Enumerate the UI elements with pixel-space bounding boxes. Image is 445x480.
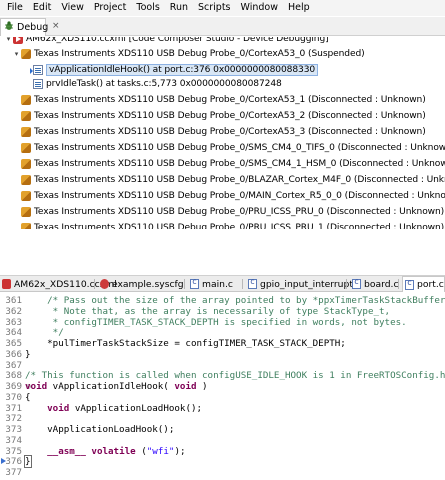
menu-run[interactable]: Run bbox=[165, 0, 193, 16]
debug-tree-item[interactable]: ▾ Texas Instruments XDS110 USB Debug Prob… bbox=[12, 47, 365, 61]
tab-separator bbox=[184, 279, 185, 289]
debug-tree-item[interactable]: ▾ AM62x_XDS110.ccxml [Code Composer Studi… bbox=[4, 37, 329, 46]
editor-tab[interactable]: board.c bbox=[350, 276, 399, 292]
tab-debug-label: Debug bbox=[17, 22, 49, 33]
debug-tree-item[interactable]: Texas Instruments XDS110 USB Debug Probe… bbox=[12, 93, 426, 107]
menu-scripts[interactable]: Scripts bbox=[193, 0, 236, 16]
probe-icon bbox=[21, 143, 31, 153]
debug-tree-item-label: prvIdleTask() at tasks.c:5,773 0x0000000… bbox=[46, 79, 282, 89]
probe-icon bbox=[21, 127, 31, 137]
editor-tab-label: board.c bbox=[364, 278, 399, 290]
ccxml-file-icon bbox=[2, 279, 11, 289]
tab-separator bbox=[398, 279, 399, 289]
probe-icon bbox=[21, 111, 31, 121]
debug-tree-item[interactable]: Texas Instruments XDS110 USB Debug Probe… bbox=[12, 141, 445, 155]
c-file-icon bbox=[190, 277, 199, 289]
debug-tree-item[interactable]: Texas Instruments XDS110 USB Debug Probe… bbox=[12, 109, 426, 123]
editor-tab[interactable]: example.syscfg bbox=[98, 276, 184, 292]
debug-tree-item[interactable]: Texas Instruments XDS110 USB Debug Probe… bbox=[12, 125, 426, 139]
menu-window[interactable]: Window bbox=[236, 0, 283, 16]
expand-chevron-icon[interactable]: ▾ bbox=[4, 37, 13, 43]
menu-project[interactable]: Project bbox=[89, 0, 132, 16]
debug-tree-item-label: Texas Instruments XDS110 USB Debug Probe… bbox=[34, 111, 426, 121]
debug-tree-item-label: Texas Instruments XDS110 USB Debug Probe… bbox=[34, 49, 365, 59]
editor-tabbar: AM62x_XDS110.ccxmlexample.syscfgmain.cgp… bbox=[0, 275, 445, 292]
debug-tree-item-label: vApplicationIdleHook() at port.c:376 0x0… bbox=[46, 64, 319, 76]
debug-tree-item-label: Texas Instruments XDS110 USB Debug Probe… bbox=[34, 175, 445, 185]
debug-tree-item[interactable]: prvIdleTask() at tasks.c:5,773 0x0000000… bbox=[24, 77, 282, 91]
debug-tree-item[interactable]: vApplicationIdleHook() at port.c:376 0x0… bbox=[24, 63, 319, 77]
tab-separator bbox=[94, 279, 95, 289]
expand-chevron-icon[interactable]: ▾ bbox=[12, 50, 21, 58]
menu-edit[interactable]: Edit bbox=[28, 0, 56, 16]
probe-icon bbox=[21, 95, 31, 105]
editor-tab[interactable]: gpio_input_interrupt.c bbox=[246, 276, 361, 292]
close-icon[interactable]: × bbox=[52, 21, 60, 31]
probe-icon bbox=[21, 159, 31, 169]
probe-icon bbox=[21, 207, 31, 217]
syscfg-file-icon bbox=[100, 279, 109, 289]
debug-tree-item[interactable]: Texas Instruments XDS110 USB Debug Probe… bbox=[12, 189, 445, 203]
c-file-icon bbox=[352, 277, 361, 289]
debug-tree-item[interactable]: Texas Instruments XDS110 USB Debug Probe… bbox=[12, 157, 445, 171]
editor-tab[interactable]: port.c bbox=[402, 276, 445, 292]
menu-view[interactable]: View bbox=[56, 0, 89, 16]
debug-tree-item-label: Texas Instruments XDS110 USB Debug Probe… bbox=[34, 159, 445, 169]
debug-tree-item-label: Texas Instruments XDS110 USB Debug Probe… bbox=[34, 207, 445, 217]
debug-tree-item-label: AM62x_XDS110.ccxml [Code Composer Studio… bbox=[26, 37, 329, 44]
probe-icon bbox=[21, 49, 31, 59]
tab-debug[interactable]: Debug bbox=[0, 18, 49, 36]
probe-icon bbox=[21, 175, 31, 185]
stack-frame-icon bbox=[30, 65, 43, 75]
debug-tree-item-label: Texas Instruments XDS110 USB Debug Probe… bbox=[34, 143, 445, 153]
menu-file[interactable]: File bbox=[2, 0, 28, 16]
code-editor[interactable]: 361 /* Pass out the size of the array po… bbox=[0, 293, 445, 480]
probe-icon bbox=[21, 191, 31, 201]
debug-tree-item-label: Texas Instruments XDS110 USB Debug Probe… bbox=[34, 95, 426, 105]
debug-bug-icon bbox=[4, 21, 14, 34]
probe-icon bbox=[21, 223, 31, 229]
line-number: 377 bbox=[5, 467, 22, 478]
code-line: 377 bbox=[0, 465, 445, 480]
debug-tree-item-label: Texas Instruments XDS110 USB Debug Probe… bbox=[34, 223, 445, 229]
editor-tab[interactable]: main.c bbox=[188, 276, 233, 292]
c-file-icon bbox=[248, 277, 257, 289]
editor-tab-label: main.c bbox=[202, 278, 233, 290]
debug-view-tabbar: Debug × bbox=[0, 17, 445, 36]
debug-tree-item-label: Texas Instruments XDS110 USB Debug Probe… bbox=[34, 191, 445, 201]
editor-tab-label: port.c bbox=[417, 279, 444, 290]
debug-tree: ▾ AM62x_XDS110.ccxml [Code Composer Studi… bbox=[0, 37, 445, 229]
c-file-icon bbox=[405, 278, 414, 290]
debug-tree-item[interactable]: Texas Instruments XDS110 USB Debug Probe… bbox=[12, 173, 445, 187]
menu-bar: File Edit View Project Tools Run Scripts… bbox=[0, 0, 445, 16]
stack-frame-icon bbox=[33, 79, 43, 89]
tab-separator bbox=[242, 279, 243, 289]
debug-tree-item-label: Texas Instruments XDS110 USB Debug Probe… bbox=[34, 127, 426, 137]
editor-tab-label: example.syscfg bbox=[112, 278, 184, 290]
launch-icon bbox=[13, 37, 23, 44]
debug-tree-item[interactable]: Texas Instruments XDS110 USB Debug Probe… bbox=[12, 205, 444, 219]
menu-help[interactable]: Help bbox=[283, 0, 315, 16]
debug-tree-item[interactable]: Texas Instruments XDS110 USB Debug Probe… bbox=[12, 221, 444, 229]
menu-tools[interactable]: Tools bbox=[131, 0, 164, 16]
tab-separator bbox=[346, 279, 347, 289]
